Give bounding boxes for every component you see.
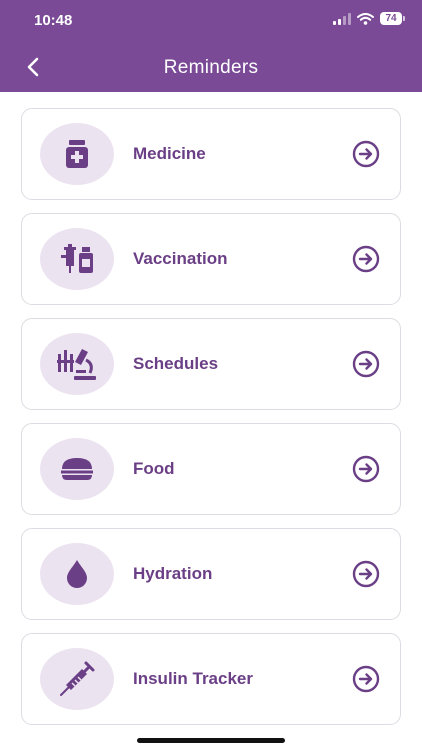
arrow-right-circle-icon[interactable]	[351, 349, 381, 379]
arrow-right-circle-icon[interactable]	[351, 454, 381, 484]
food-burger-icon	[61, 458, 93, 480]
icon-circle	[40, 438, 114, 500]
app-header: 10:48 74 Reminders	[0, 0, 422, 92]
reminder-card-vaccination[interactable]: Vaccination	[21, 213, 401, 305]
reminder-label: Vaccination	[133, 249, 228, 268]
microscope-icon	[57, 349, 96, 380]
home-indicator[interactable]	[137, 738, 285, 743]
arrow-right-circle-icon[interactable]	[351, 559, 381, 589]
arrow-right-circle-icon[interactable]	[351, 244, 381, 274]
syringe-icon	[60, 661, 95, 696]
reminders-list: Medicine Vaccination Schedules Food Hydr…	[21, 108, 401, 738]
reminder-label: Schedules	[133, 354, 219, 373]
reminder-label: Medicine	[133, 144, 206, 163]
reminder-card-schedules[interactable]: Schedules	[21, 318, 401, 410]
arrow-right-circle-icon[interactable]	[351, 664, 381, 694]
reminder-card-hydration[interactable]: Hydration	[21, 528, 401, 620]
icon-circle	[40, 228, 114, 290]
medicine-bottle-icon	[66, 140, 88, 168]
reminder-label: Insulin Tracker	[133, 669, 253, 688]
reminder-card-medicine[interactable]: Medicine	[21, 108, 401, 200]
vaccination-icon	[61, 244, 93, 273]
arrow-right-circle-icon[interactable]	[351, 139, 381, 169]
reminder-card-insulin-tracker[interactable]: Insulin Tracker	[21, 633, 401, 725]
icon-circle	[40, 333, 114, 395]
reminder-label: Food	[133, 459, 175, 478]
water-drop-icon	[67, 560, 87, 588]
status-icons: 74	[333, 12, 405, 25]
icon-circle	[40, 543, 114, 605]
battery-icon: 74	[380, 12, 405, 25]
icon-circle	[40, 123, 114, 185]
status-time: 10:48	[34, 12, 73, 29]
wifi-icon	[357, 12, 374, 25]
reminder-card-food[interactable]: Food	[21, 423, 401, 515]
icon-circle	[40, 648, 114, 710]
signal-icon	[333, 12, 351, 25]
page-title: Reminders	[163, 57, 259, 78]
reminder-label: Hydration	[133, 564, 213, 583]
